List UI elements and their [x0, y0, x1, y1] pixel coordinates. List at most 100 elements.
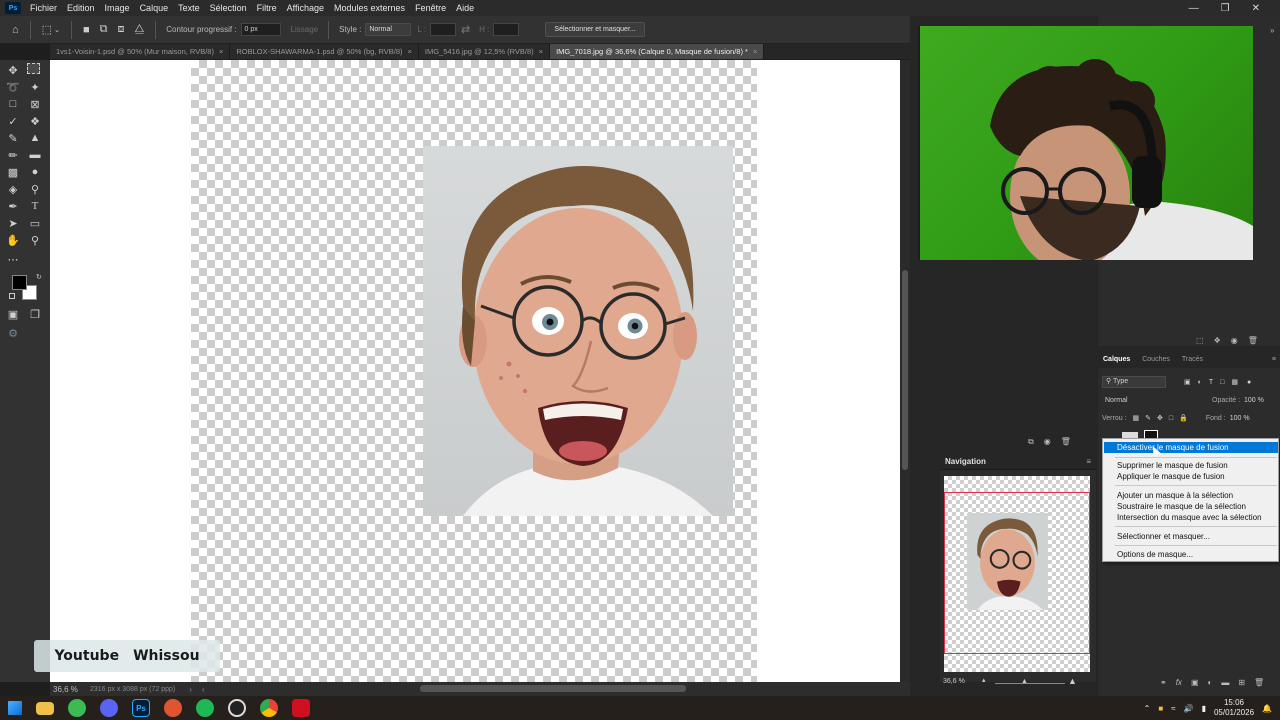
- file-explorer-icon[interactable]: [36, 701, 54, 715]
- spotify-icon[interactable]: [196, 699, 214, 717]
- minimize-icon[interactable]: —: [1189, 3, 1199, 14]
- windows-start-icon[interactable]: [8, 701, 22, 715]
- tab-document-3[interactable]: IMG_5416.jpg @ 12,5% (RVB/8) ×: [418, 44, 551, 59]
- stamp-tool-icon[interactable]: ▲: [27, 131, 43, 145]
- menu-fichier[interactable]: Fichier: [25, 3, 62, 13]
- trash-icon[interactable]: 🗑: [1248, 336, 1258, 345]
- quick-select-tool-icon[interactable]: ✦: [27, 80, 43, 94]
- trash-icon[interactable]: 🗑: [1254, 678, 1264, 687]
- trash-icon[interactable]: 🗑: [1061, 437, 1071, 447]
- new-selection-icon[interactable]: ■: [83, 24, 90, 36]
- menu-selection[interactable]: Sélection: [205, 3, 252, 13]
- menu-intersect-mask-with-selection[interactable]: Intersection du masque avec la sélection: [1104, 512, 1278, 523]
- photoshop-taskbar-icon[interactable]: Ps: [132, 699, 150, 717]
- discord-icon[interactable]: [100, 699, 118, 717]
- lissage-checkbox[interactable]: Lissage: [291, 25, 319, 34]
- snapshot-icon[interactable]: ◉: [1044, 437, 1051, 447]
- close-icon[interactable]: ×: [539, 47, 543, 56]
- menu-fenetre[interactable]: Fenêtre: [410, 3, 451, 13]
- brush-tool-icon[interactable]: ✎: [5, 131, 21, 145]
- add-mask-icon[interactable]: ▣: [1191, 678, 1199, 687]
- intersect-selection-icon[interactable]: ⧋: [134, 23, 144, 36]
- healing-tool-icon[interactable]: ❖: [27, 114, 43, 128]
- frame-tool-icon[interactable]: ⊠: [27, 97, 43, 111]
- crop-tool-icon[interactable]: □: [5, 97, 21, 111]
- menu-subtract-mask-from-selection[interactable]: Soustraire le masque de la sélection: [1104, 501, 1278, 512]
- menu-disable-mask[interactable]: Désactiver le masque de fusion: [1104, 442, 1278, 453]
- history-brush-tool-icon[interactable]: ✏: [5, 148, 21, 162]
- vertical-scrollbar[interactable]: [900, 60, 910, 682]
- new-document-from-state-icon[interactable]: ⧉: [1028, 437, 1034, 447]
- subtract-selection-icon[interactable]: ⧈: [117, 23, 124, 36]
- menu-modules-externes[interactable]: Modules externes: [329, 3, 410, 13]
- collapse-icon[interactable]: »: [1270, 26, 1274, 35]
- close-icon[interactable]: ✕: [1252, 3, 1260, 14]
- home-icon[interactable]: ⌂: [12, 24, 19, 36]
- chevron-right-icon[interactable]: ›: [189, 685, 192, 694]
- filter-shape-icon[interactable]: □: [1220, 379, 1224, 386]
- type-tool-icon[interactable]: T: [27, 199, 43, 213]
- battery-icon[interactable]: ▮: [1202, 704, 1206, 713]
- fill-input[interactable]: 100 %: [1230, 415, 1250, 422]
- zoom-slider-track[interactable]: [995, 683, 1065, 684]
- filter-pixel-icon[interactable]: ▣: [1184, 378, 1191, 386]
- foreground-color-swatch[interactable]: [12, 275, 27, 290]
- lock-position-icon[interactable]: ✥: [1157, 414, 1163, 422]
- marquee-tool-preset-icon[interactable]: ⬚: [42, 23, 52, 36]
- filter-toggle-icon[interactable]: ●: [1247, 379, 1251, 386]
- chevron-down-icon[interactable]: ⌄: [54, 26, 60, 34]
- swap-icon[interactable]: ⇄: [461, 23, 470, 36]
- canvas-area[interactable]: [50, 60, 900, 682]
- chrome-icon[interactable]: [68, 699, 86, 717]
- screen-mode-icon[interactable]: ❐: [27, 307, 43, 321]
- quick-mask-icon[interactable]: ▣: [5, 307, 21, 321]
- style-select[interactable]: Normal: [365, 23, 412, 36]
- chevron-left-icon[interactable]: ‹: [202, 685, 205, 694]
- more-tools-icon[interactable]: ⋯: [5, 252, 21, 266]
- lock-pixels-icon[interactable]: ✎: [1145, 414, 1151, 422]
- move-tool-icon[interactable]: ✥: [5, 63, 21, 77]
- restore-icon[interactable]: ❐: [1221, 3, 1230, 14]
- zoom-out-icon[interactable]: ▴: [982, 676, 986, 684]
- lock-artboard-icon[interactable]: □: [1169, 415, 1173, 422]
- opacity-input[interactable]: 100 %: [1244, 397, 1264, 404]
- menu-calque[interactable]: Calque: [135, 3, 174, 13]
- group-icon[interactable]: ▬: [1221, 678, 1229, 687]
- filter-type-icon[interactable]: T: [1209, 379, 1213, 386]
- voicemod-icon[interactable]: [292, 699, 310, 717]
- hand-tool-icon[interactable]: ✋: [5, 233, 21, 247]
- eraser-tool-icon[interactable]: ▬: [27, 148, 43, 162]
- reset-colors-icon[interactable]: ↻: [36, 273, 42, 281]
- notification-icon[interactable]: 🔔: [1262, 704, 1272, 713]
- document-canvas[interactable]: [191, 60, 757, 682]
- filter-adjust-icon[interactable]: ◐: [1198, 379, 1202, 386]
- tab-couches[interactable]: Couches: [1142, 356, 1170, 363]
- layer-filter-select[interactable]: ⚲ Type: [1102, 376, 1166, 388]
- tab-calques[interactable]: Calques: [1103, 356, 1130, 363]
- close-icon[interactable]: ×: [753, 47, 757, 56]
- filter-smart-icon[interactable]: ▦: [1231, 378, 1238, 386]
- menu-edition[interactable]: Edition: [62, 3, 100, 13]
- wifi-icon[interactable]: ≈: [1171, 704, 1175, 713]
- add-selection-icon[interactable]: ⧉: [100, 23, 108, 36]
- height-input[interactable]: [493, 23, 520, 36]
- chrome-alt-icon[interactable]: [260, 699, 278, 717]
- extra-tool-icon[interactable]: ⚙: [5, 326, 21, 340]
- close-icon[interactable]: ×: [219, 47, 223, 56]
- select-and-mask-button[interactable]: Sélectionner et masquer...: [545, 22, 645, 37]
- marquee-tool-icon[interactable]: [27, 63, 40, 74]
- close-icon[interactable]: ×: [408, 47, 412, 56]
- menu-image[interactable]: Image: [100, 3, 135, 13]
- adjustment-layer-icon[interactable]: ◐: [1208, 678, 1213, 687]
- zoom-slider-handle[interactable]: ▲: [1021, 678, 1028, 685]
- chevron-up-icon[interactable]: ⌃: [1144, 704, 1151, 713]
- panel-menu-icon[interactable]: ≡: [1272, 356, 1276, 363]
- lock-all-icon[interactable]: 🔒: [1179, 414, 1188, 422]
- menu-add-mask-to-selection[interactable]: Ajouter un masque à la sélection: [1104, 490, 1278, 501]
- width-input[interactable]: [429, 23, 456, 36]
- menu-mask-options[interactable]: Options de masque...: [1104, 549, 1278, 560]
- brave-icon[interactable]: [164, 699, 182, 717]
- tray-app-icon[interactable]: ■: [1158, 704, 1163, 713]
- eyedropper-tool-icon[interactable]: ✓: [5, 114, 21, 128]
- contour-input[interactable]: 0 px: [240, 23, 281, 36]
